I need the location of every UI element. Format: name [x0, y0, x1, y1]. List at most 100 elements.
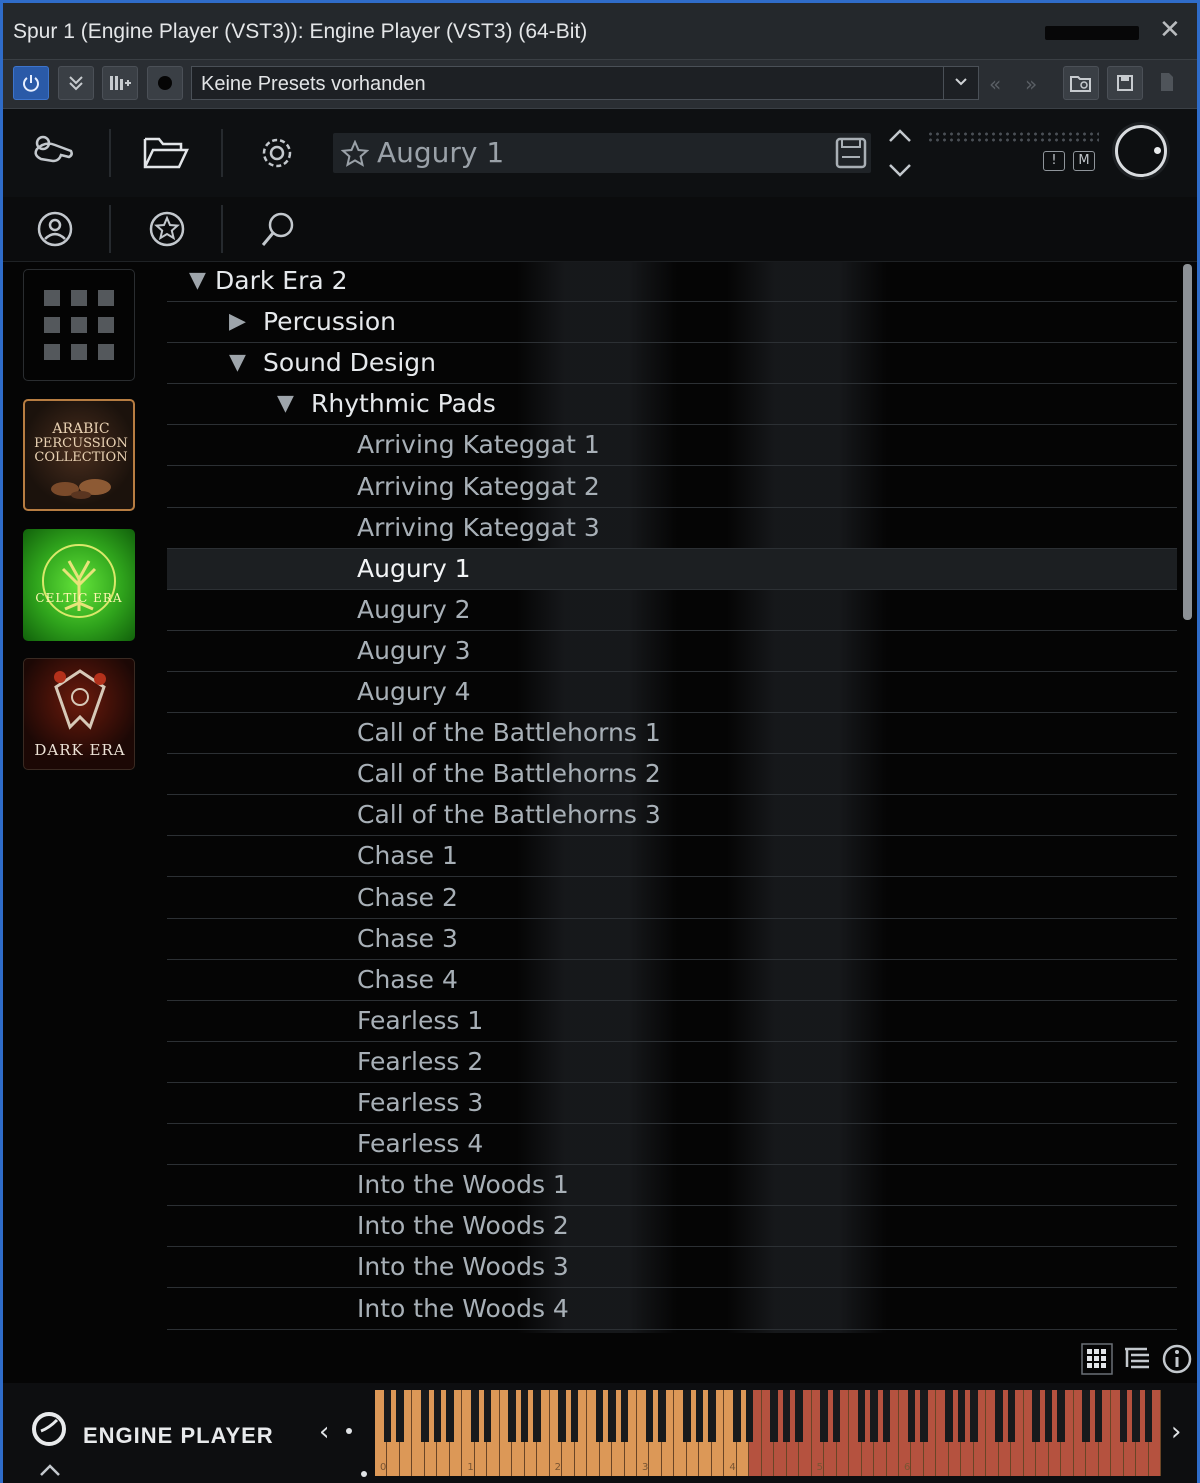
expand-button[interactable]: [58, 66, 94, 100]
black-key[interactable]: [995, 1390, 1003, 1442]
scrollbar[interactable]: [1183, 264, 1192, 620]
black-key[interactable]: [957, 1390, 966, 1442]
patch-row[interactable]: Augury 4: [167, 672, 1177, 713]
gear-icon[interactable]: [253, 129, 301, 177]
tree-folder-row[interactable]: ▶ Percussion: [167, 302, 1177, 344]
black-key[interactable]: [1119, 1390, 1128, 1442]
black-key[interactable]: [1144, 1390, 1153, 1442]
black-key[interactable]: [433, 1390, 442, 1442]
black-key[interactable]: [770, 1390, 778, 1442]
black-key[interactable]: [570, 1390, 579, 1442]
black-key[interactable]: [608, 1390, 616, 1442]
mute-button[interactable]: M: [1073, 151, 1095, 171]
black-key[interactable]: [945, 1390, 953, 1442]
grid-view-icon[interactable]: [1081, 1343, 1113, 1375]
black-key[interactable]: [1032, 1390, 1040, 1442]
black-key[interactable]: [446, 1390, 454, 1442]
black-key[interactable]: [907, 1390, 916, 1442]
patch-row[interactable]: Fearless 3: [167, 1083, 1177, 1124]
library-dark-era[interactable]: DARK ERA: [23, 658, 135, 770]
title-drag-handle[interactable]: [1045, 26, 1139, 40]
black-key[interactable]: [658, 1390, 666, 1442]
keyboard-left-icon[interactable]: ‹: [319, 1417, 329, 1447]
black-key[interactable]: [1007, 1390, 1016, 1442]
patch-row[interactable]: Fearless 2: [167, 1042, 1177, 1083]
patch-name-field[interactable]: Augury 1: [333, 133, 871, 173]
black-key[interactable]: [421, 1390, 429, 1442]
black-key[interactable]: [920, 1390, 928, 1442]
hand-touch-icon[interactable]: [29, 129, 77, 177]
black-key[interactable]: [533, 1390, 541, 1442]
next-preset-icon[interactable]: »: [1025, 72, 1037, 96]
load-preset-button[interactable]: [1063, 66, 1099, 100]
chevron-down-icon[interactable]: [943, 67, 978, 99]
patch-row[interactable]: Arriving Kateggat 2: [167, 467, 1177, 508]
black-key[interactable]: [1132, 1390, 1140, 1442]
black-key[interactable]: [1057, 1390, 1065, 1442]
black-key[interactable]: [695, 1390, 704, 1442]
black-key[interactable]: [383, 1390, 392, 1442]
patch-row[interactable]: Call of the Battlehorns 1: [167, 713, 1177, 755]
patch-row[interactable]: Chase 3: [167, 919, 1177, 960]
volume-knob[interactable]: [1115, 125, 1167, 177]
black-key[interactable]: [708, 1390, 716, 1442]
folder-open-icon[interactable]: [141, 129, 189, 177]
patch-row[interactable]: Into the Woods 1: [167, 1165, 1177, 1207]
black-key[interactable]: [683, 1390, 691, 1442]
solo-button[interactable]: !: [1043, 151, 1065, 171]
close-icon[interactable]: ✕: [1159, 17, 1181, 43]
expanded-triangle-icon[interactable]: ▼: [229, 350, 246, 375]
patch-row[interactable]: Into the Woods 2: [167, 1206, 1177, 1248]
black-key[interactable]: [745, 1390, 754, 1442]
patch-row[interactable]: Fearless 1: [167, 1001, 1177, 1042]
patch-row[interactable]: Augury 3: [167, 631, 1177, 672]
black-key[interactable]: [882, 1390, 891, 1442]
favorite-star-icon[interactable]: [143, 205, 191, 253]
black-key[interactable]: [820, 1390, 828, 1442]
tree-view-icon[interactable]: [1121, 1343, 1153, 1375]
patch-row[interactable]: Chase 4: [167, 960, 1177, 1001]
patch-row[interactable]: Call of the Battlehorns 3: [167, 795, 1177, 837]
search-icon[interactable]: [255, 205, 303, 253]
patch-up-down-icon[interactable]: [887, 127, 913, 179]
library-arabic-percussion[interactable]: ARABIC PERCUSSION COLLECTION: [23, 399, 135, 511]
black-key[interactable]: [782, 1390, 791, 1442]
black-key[interactable]: [1082, 1390, 1090, 1442]
save-icon[interactable]: [835, 137, 867, 169]
patch-row[interactable]: Augury 2: [167, 590, 1177, 631]
black-key[interactable]: [471, 1390, 479, 1442]
tree-folder-row[interactable]: ▼ Rhythmic Pads: [167, 384, 1177, 426]
user-icon[interactable]: [31, 205, 79, 253]
patch-row[interactable]: Arriving Kateggat 1: [167, 425, 1177, 467]
black-key[interactable]: [595, 1390, 604, 1442]
black-key[interactable]: [620, 1390, 629, 1442]
black-key[interactable]: [1094, 1390, 1103, 1442]
patch-row[interactable]: Call of the Battlehorns 2: [167, 754, 1177, 796]
patch-row[interactable]: Into the Woods 3: [167, 1247, 1177, 1289]
black-key[interactable]: [396, 1390, 404, 1442]
black-key[interactable]: [645, 1390, 654, 1442]
patch-row[interactable]: Augury 1: [167, 548, 1177, 590]
expanded-triangle-icon[interactable]: ▼: [189, 268, 206, 293]
collapsed-triangle-icon[interactable]: ▶: [229, 309, 246, 334]
black-key[interactable]: [508, 1390, 516, 1442]
record-button[interactable]: [147, 66, 183, 100]
black-key[interactable]: [870, 1390, 878, 1442]
piano-keyboard[interactable]: 0 1 2 3 4 5 6: [375, 1390, 1161, 1476]
black-key[interactable]: [733, 1390, 741, 1442]
black-key[interactable]: [1044, 1390, 1053, 1442]
patch-row[interactable]: Arriving Kateggat 3: [167, 508, 1177, 549]
all-libraries-thumb[interactable]: [23, 269, 135, 381]
preset-selector[interactable]: Keine Presets vorhanden: [191, 66, 979, 100]
black-key[interactable]: [520, 1390, 529, 1442]
patch-row[interactable]: Into the Woods 4: [167, 1289, 1177, 1330]
tree-folder-row[interactable]: ▼ Dark Era 2: [167, 261, 1177, 302]
previous-preset-icon[interactable]: «: [989, 72, 1001, 96]
patch-row[interactable]: Chase 2: [167, 878, 1177, 919]
save-preset-button[interactable]: [1107, 66, 1143, 100]
black-key[interactable]: [832, 1390, 841, 1442]
info-icon[interactable]: [1161, 1343, 1193, 1375]
black-key[interactable]: [857, 1390, 866, 1442]
black-key[interactable]: [795, 1390, 803, 1442]
power-button[interactable]: [13, 66, 49, 100]
